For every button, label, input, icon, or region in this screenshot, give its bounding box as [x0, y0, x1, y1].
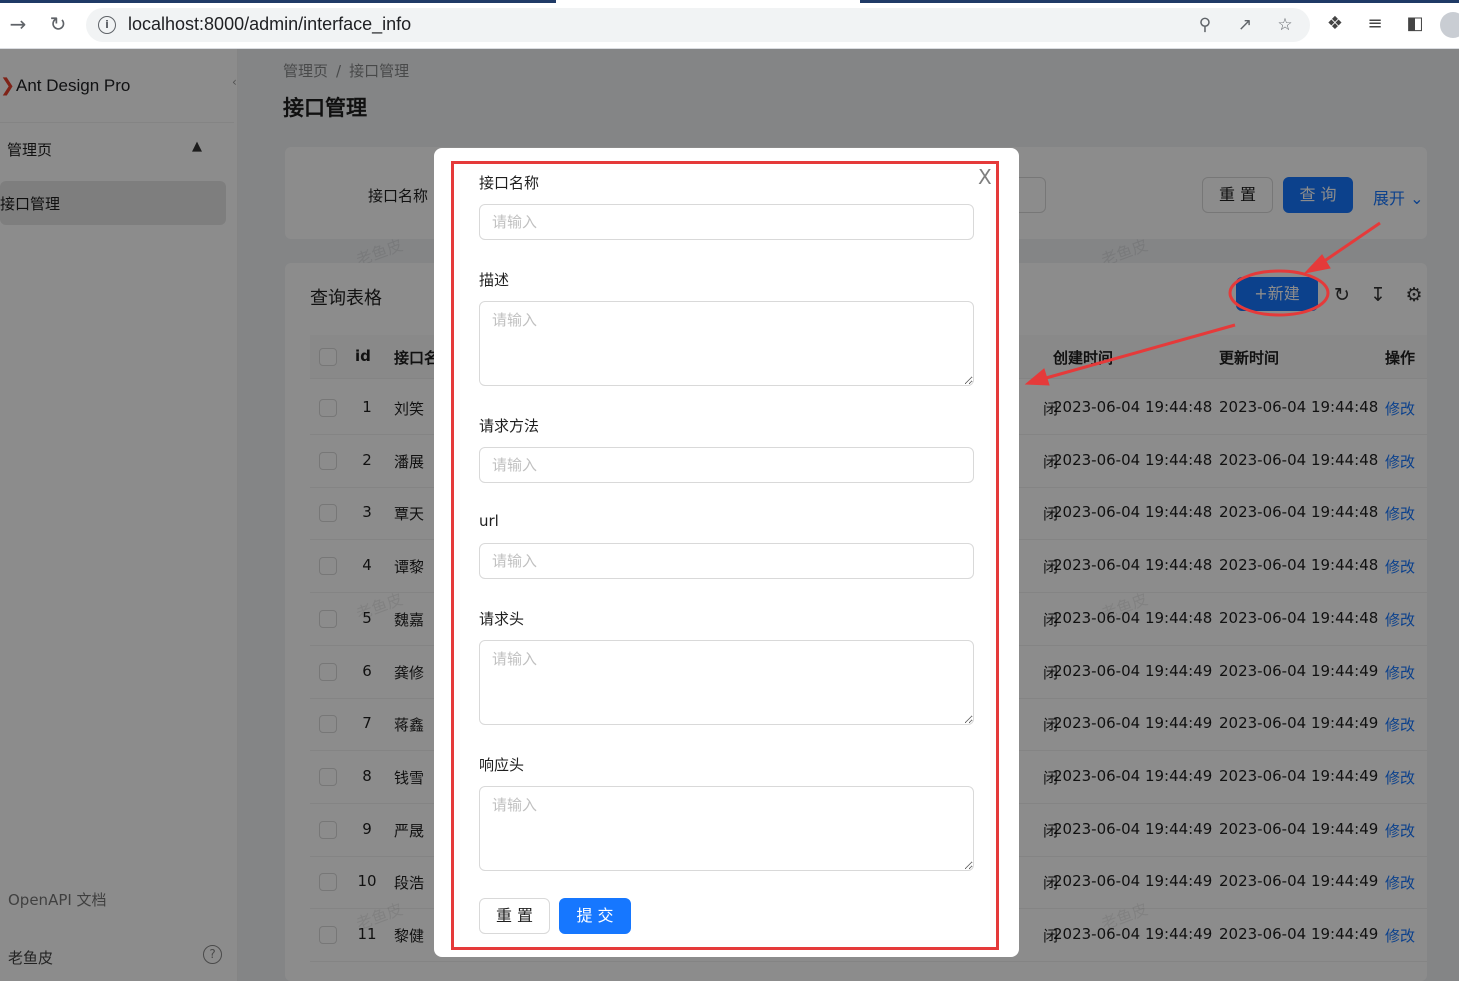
site-info-icon[interactable]: i	[98, 16, 116, 34]
request-header-textarea[interactable]	[479, 640, 974, 725]
field-label-name: 接口名称	[479, 174, 540, 192]
response-header-textarea[interactable]	[479, 786, 974, 871]
field-label-method: 请求方法	[479, 417, 540, 435]
create-interface-modal: X 接口名称 描述 请求方法 url 请求头 响应头 重 置 提 交	[434, 148, 1019, 957]
media-queue-icon[interactable]: ≡	[1363, 12, 1387, 36]
reload-icon[interactable]: ↻	[46, 12, 70, 36]
forward-arrow-icon[interactable]: →	[6, 12, 30, 36]
address-bar[interactable]: i localhost:8000/admin/interface_info ⚲ …	[86, 8, 1310, 42]
zoom-icon[interactable]: ⚲	[1194, 14, 1216, 36]
tab-strip-line	[0, 0, 556, 3]
field-label-url: url	[479, 512, 499, 530]
modal-submit-button[interactable]: 提 交	[559, 898, 631, 934]
url-input[interactable]	[479, 543, 974, 579]
tab-strip-line	[860, 0, 1459, 3]
modal-reset-button[interactable]: 重 置	[479, 898, 550, 934]
side-panel-icon[interactable]: ◧	[1403, 12, 1427, 36]
url-text[interactable]: localhost:8000/admin/interface_info	[128, 14, 411, 35]
method-input[interactable]	[479, 447, 974, 483]
profile-avatar[interactable]	[1440, 12, 1459, 38]
name-input[interactable]	[479, 204, 974, 240]
description-textarea[interactable]	[479, 301, 974, 386]
field-label-response-header: 响应头	[479, 756, 525, 774]
extensions-icon[interactable]: ❖	[1323, 12, 1347, 36]
field-label-description: 描述	[479, 271, 510, 289]
share-icon[interactable]: ↗	[1234, 14, 1256, 36]
bookmark-star-icon[interactable]: ☆	[1274, 14, 1296, 36]
browser-chrome: → ↻ i localhost:8000/admin/interface_inf…	[0, 0, 1459, 49]
field-label-request-header: 请求头	[479, 610, 525, 628]
